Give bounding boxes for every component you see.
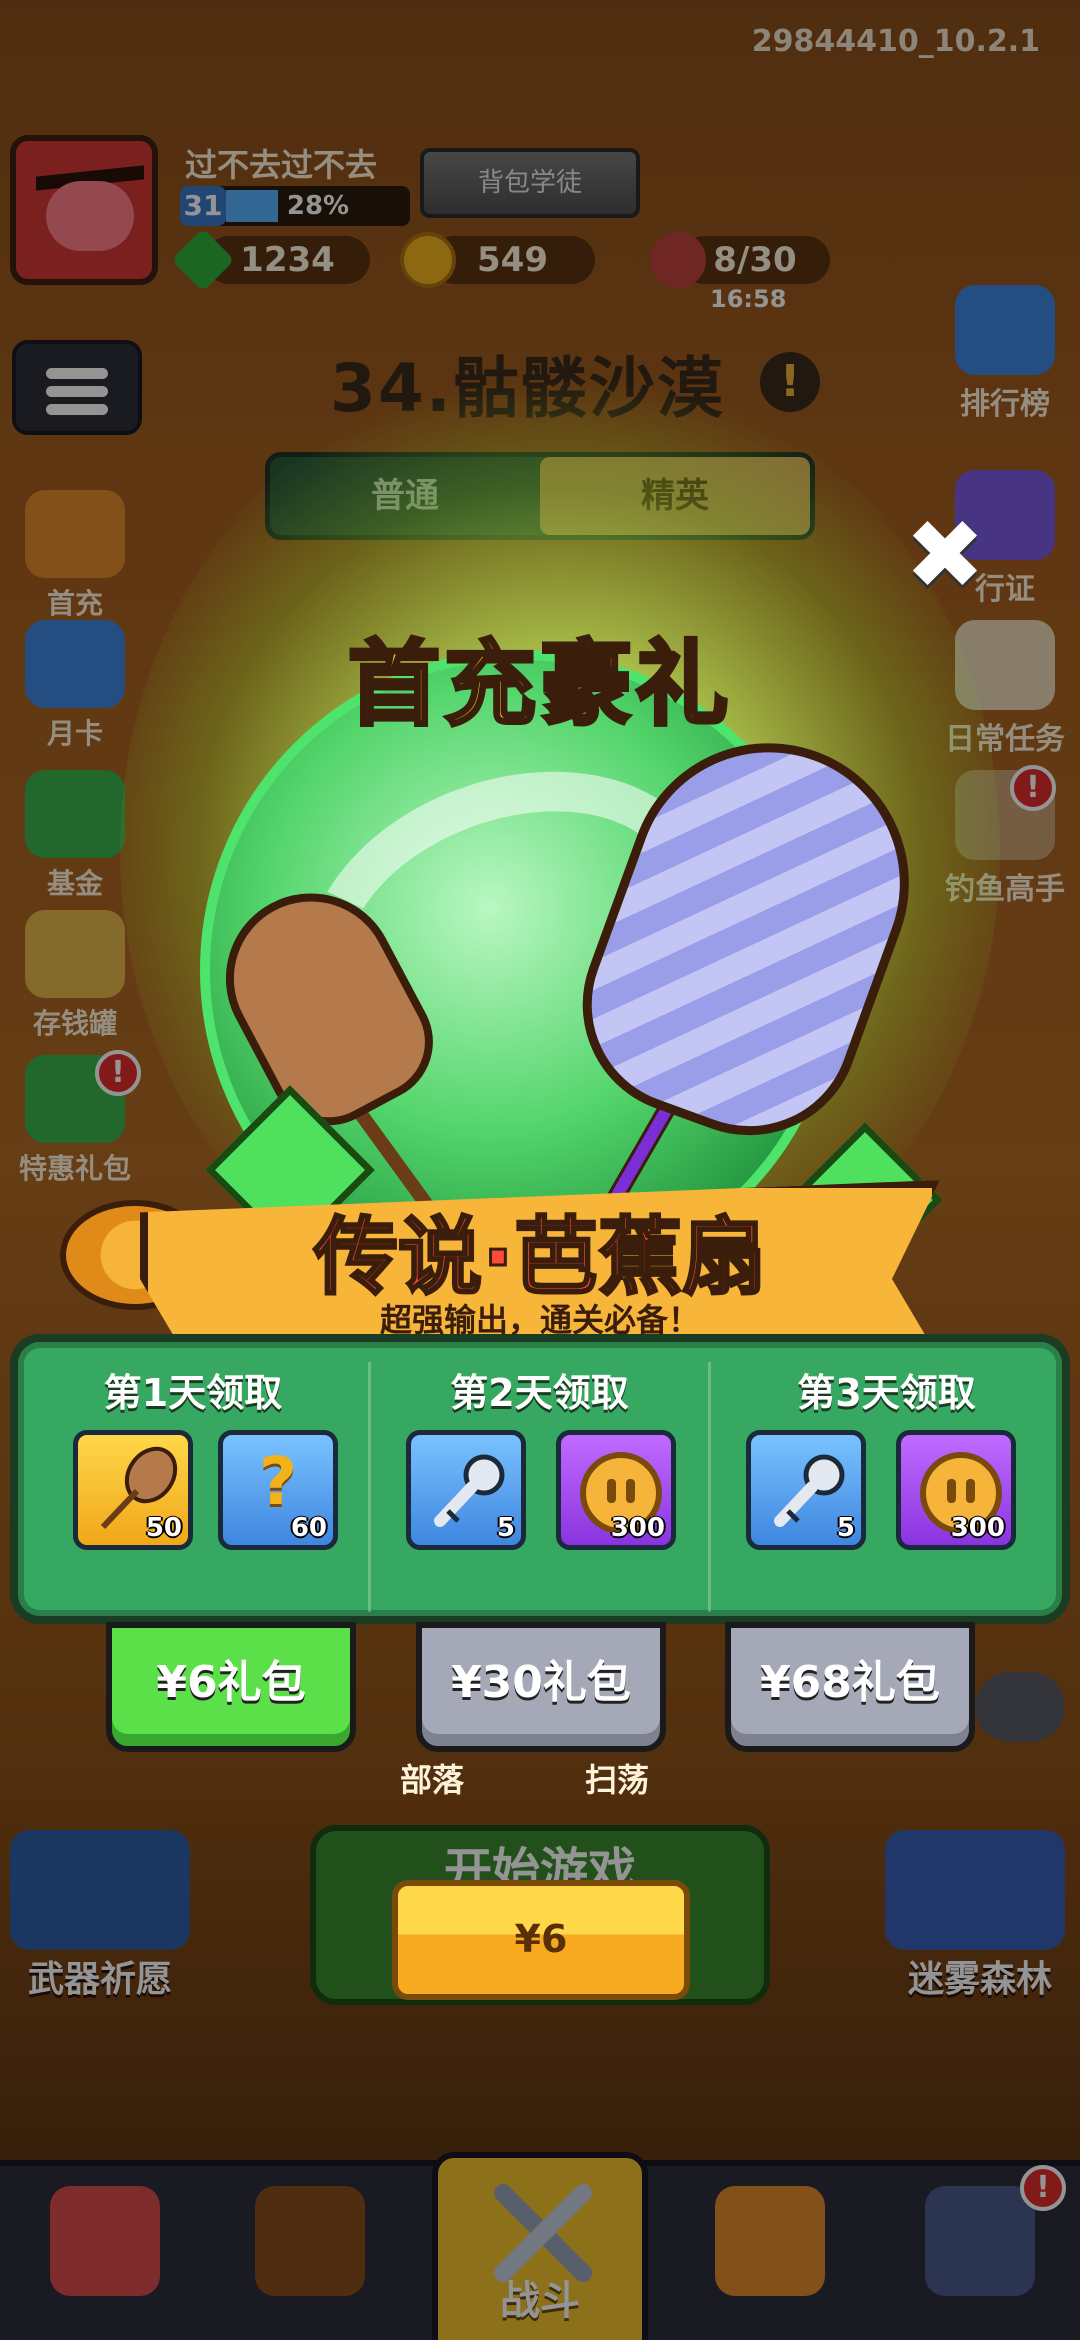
reward-count: 5 [836,1513,855,1543]
package-30-button[interactable]: ¥30礼包 [416,1622,666,1752]
close-button[interactable]: ✖ [900,507,990,603]
day-title: 第2天领取 [450,1371,629,1415]
item-title: 传说·芭蕉扇 [313,1207,768,1308]
reward-item[interactable]: ? 60 [218,1430,338,1550]
reward-item[interactable]: 50 [73,1430,193,1550]
package-6-button[interactable]: ¥6礼包 [106,1622,356,1752]
reward-count: 5 [496,1513,515,1543]
day-title: 第3天领取 [797,1371,976,1415]
tribe-label: 部落 [400,1761,465,1799]
daily-reward-panel: 第1天领取 50 ? 60 第2天领取 5 300 第3天领取 5 300 [10,1334,1070,1624]
popup-title: 首充豪礼 [300,610,780,743]
popup-title-part1: 首充 [346,629,540,740]
reward-item[interactable]: 5 [406,1430,526,1550]
first-charge-popup: ✖ 首充豪礼 传说·芭蕉扇 超强输出，通关必备！ 第1天领取 50 ? 60 第… [0,0,1080,2340]
package-68-button[interactable]: ¥68礼包 [725,1622,975,1752]
reward-count: 50 [145,1513,182,1543]
day-1-column: 第1天领取 50 ? 60 [18,1362,368,1612]
day-2-column: 第2天领取 5 300 [368,1362,708,1612]
sweep-label: 扫荡 [585,1761,650,1799]
reward-item[interactable]: 300 [556,1430,676,1550]
reward-count: 300 [610,1513,665,1543]
reward-count: 300 [950,1513,1005,1543]
reward-item[interactable]: 5 [746,1430,866,1550]
day-3-column: 第3天领取 5 300 [708,1362,1062,1612]
day-title: 第1天领取 [103,1371,283,1415]
popup-title-part2: 豪礼 [538,629,733,740]
mystery-box-icon: ? [258,1443,298,1520]
reward-count: 60 [290,1513,327,1543]
reward-item[interactable]: 300 [896,1430,1016,1550]
buy-button[interactable]: ¥6 [392,1880,690,2000]
